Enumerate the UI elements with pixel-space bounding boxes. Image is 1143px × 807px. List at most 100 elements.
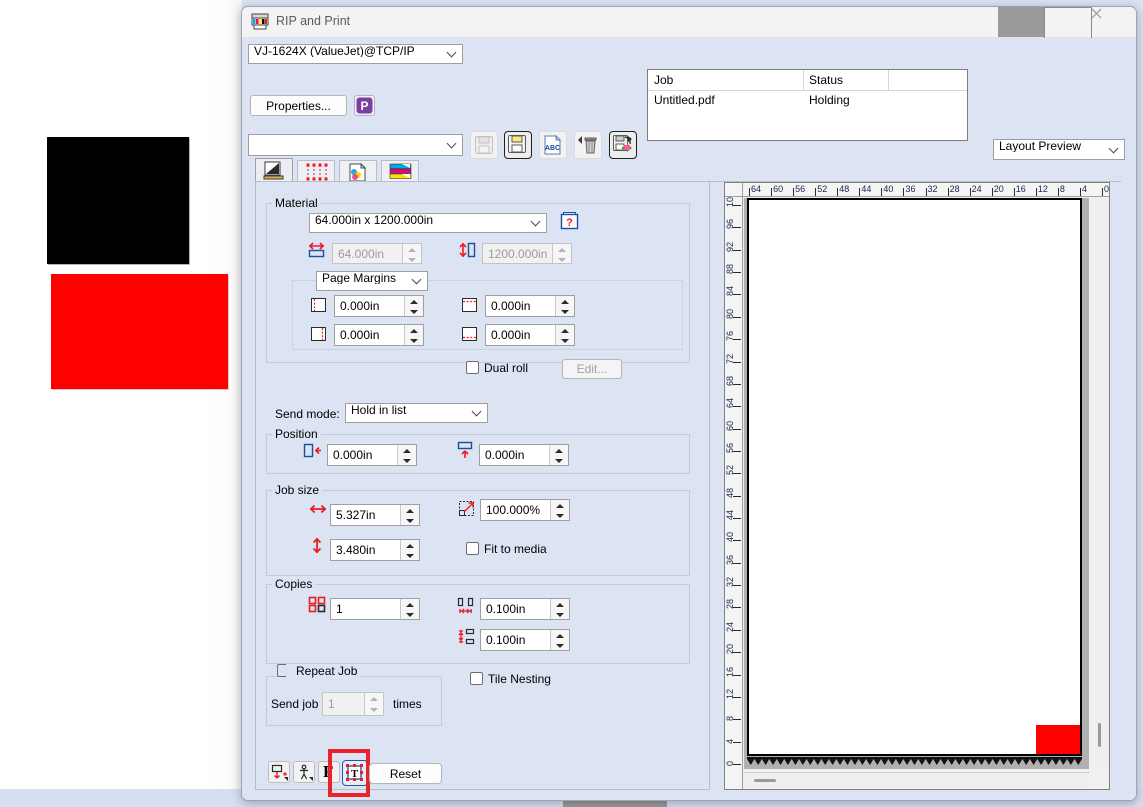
rename-preset-icon[interactable]: ABC [539, 131, 567, 159]
ruler-tick-label: 56 [795, 184, 806, 194]
spinner-up-icon[interactable] [401, 505, 419, 515]
horizontal-scroll-thumb[interactable] [754, 779, 776, 782]
export-preset-icon[interactable] [609, 131, 637, 159]
scale-value: 100.000% [486, 503, 541, 517]
tab-layout[interactable] [255, 158, 293, 182]
margin-right-spinner[interactable] [404, 325, 423, 345]
align-to-media-icon[interactable] [268, 761, 290, 783]
ruler-tick-label: 76 [725, 331, 735, 342]
delete-preset-icon[interactable] [574, 131, 602, 159]
close-button[interactable] [1090, 7, 1136, 37]
position-y-field[interactable]: 0.000in [479, 444, 569, 466]
orientation-icon[interactable] [293, 761, 315, 783]
tile-nesting-checkbox[interactable] [470, 672, 483, 685]
gap-horizontal-field[interactable]: 0.100in [480, 598, 570, 620]
material-group-label: Material [272, 196, 321, 210]
tab-strip [255, 158, 1121, 182]
vertical-scroll-thumb[interactable] [1098, 723, 1101, 747]
spinner-down-icon[interactable] [401, 550, 419, 560]
spinner-up-icon[interactable] [401, 540, 419, 550]
spinner-down-icon[interactable] [401, 609, 419, 619]
dual-roll-checkbox[interactable] [466, 361, 479, 374]
margins-mode-select[interactable]: Page Margins [316, 271, 428, 291]
spinner-up-icon[interactable] [556, 325, 574, 335]
spinner-down-icon[interactable] [551, 609, 569, 619]
job-list[interactable]: Job Status Untitled.pdf Holding [647, 69, 968, 141]
maximize-button[interactable] [1044, 7, 1092, 39]
tab-color[interactable] [339, 160, 377, 182]
margin-right-value: 0.000in [340, 328, 380, 342]
spinner-up-icon[interactable] [551, 599, 569, 609]
spinner-up-icon[interactable] [551, 630, 569, 640]
margin-top-field[interactable]: 0.000in [485, 295, 575, 317]
scale-field[interactable]: 100.000% [480, 499, 570, 521]
job-height-field[interactable]: 3.480in [330, 539, 420, 561]
margin-bottom-field[interactable]: 0.000in [485, 324, 575, 346]
job-list-row[interactable]: Untitled.pdf Holding [648, 90, 967, 112]
save-preset-icon[interactable] [470, 131, 498, 159]
spinner-up-icon[interactable] [398, 445, 416, 455]
properties-button[interactable]: Properties... [250, 95, 347, 116]
spinner-up-icon[interactable] [405, 325, 423, 335]
ruler-tick-label: 24 [971, 184, 982, 194]
fit-to-media-checkbox[interactable] [466, 542, 479, 555]
ruler-tick-label: 36 [905, 184, 916, 194]
spinner-down-icon[interactable] [405, 335, 423, 345]
job-height-spinner[interactable] [400, 540, 419, 560]
margin-bottom-spinner[interactable] [555, 325, 574, 345]
close-icon [1090, 7, 1136, 37]
preview-canvas[interactable] [744, 198, 1089, 769]
job-width-spinner[interactable] [400, 505, 419, 525]
media-help-icon[interactable]: ? [560, 212, 579, 231]
ruler-tick-label: 52 [817, 184, 828, 194]
preview-vertical-scrollbar[interactable] [1091, 198, 1108, 769]
gap-vertical-field[interactable]: 0.100in [480, 629, 570, 651]
margin-top-spinner[interactable] [555, 296, 574, 316]
spinner-up-icon[interactable] [556, 296, 574, 306]
minimize-button[interactable] [998, 7, 1044, 37]
position-x-spinner[interactable] [397, 445, 416, 465]
spinner-up-icon[interactable] [401, 599, 419, 609]
spinner-down-icon[interactable] [398, 455, 416, 465]
margin-left-field[interactable]: 0.000in [334, 295, 424, 317]
spinner-up-icon[interactable] [405, 296, 423, 306]
copies-count-field[interactable]: 1 [330, 598, 420, 620]
spinner-down-icon[interactable] [556, 306, 574, 316]
gap-horizontal-spinner[interactable] [550, 599, 569, 619]
position-x-field[interactable]: 0.000in [327, 444, 417, 466]
position-y-icon [455, 441, 475, 460]
margin-left-spinner[interactable] [404, 296, 423, 316]
spinner-down-icon[interactable] [556, 335, 574, 345]
spinner-down-icon[interactable] [551, 640, 569, 650]
reset-button[interactable]: Reset [369, 763, 442, 784]
spinner-up-icon[interactable] [551, 500, 569, 510]
ruler-tick-mark [1035, 188, 1037, 196]
preview-horizontal-scrollbar[interactable] [744, 772, 1089, 788]
gap-vertical-spinner[interactable] [550, 630, 569, 650]
tab-tiling[interactable] [297, 160, 335, 182]
printer-select[interactable]: VJ-1624X (ValueJet)@TCP/IP [248, 44, 463, 64]
view-mode-select[interactable]: Layout Preview [993, 139, 1125, 160]
material-size-select[interactable]: 64.000in x 1200.000in [309, 213, 547, 233]
job-width-field[interactable]: 5.327in [330, 504, 420, 526]
taskbar-peek [563, 801, 667, 807]
job-placement-swatch[interactable] [1036, 725, 1080, 754]
save-as-preset-icon[interactable] [504, 131, 532, 159]
margin-right-field[interactable]: 0.000in [334, 324, 424, 346]
tab-ink[interactable] [381, 160, 419, 182]
edit-button: Edit... [562, 359, 622, 379]
layout-preview-pane[interactable]: 64 60 56 52 48 44 40 36 32 28 24 20 16 12 8 4 0 10 96 92 88… [724, 182, 1110, 790]
spinner-down-icon[interactable] [550, 455, 568, 465]
copies-count-spinner[interactable] [400, 599, 419, 619]
spinner-down-icon[interactable] [401, 515, 419, 525]
preset-select[interactable] [248, 134, 463, 156]
p-badge-icon[interactable]: P [354, 95, 375, 116]
spinner-down-icon[interactable] [405, 306, 423, 316]
send-mode-select[interactable]: Hold in list [345, 403, 488, 423]
fit-to-media-label: Fit to media [484, 542, 547, 556]
repeat-job-label: Repeat Job [286, 664, 361, 678]
spinner-down-icon[interactable] [551, 510, 569, 520]
spinner-up-icon[interactable] [550, 445, 568, 455]
scale-spinner[interactable] [550, 500, 569, 520]
position-y-spinner[interactable] [549, 445, 568, 465]
